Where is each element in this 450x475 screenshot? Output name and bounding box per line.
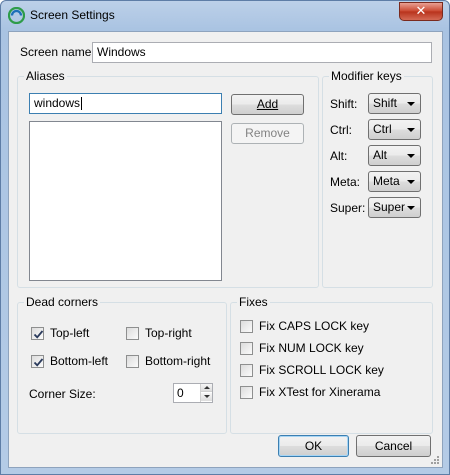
checkmark-icon bbox=[33, 330, 44, 339]
chevron-down-icon bbox=[407, 128, 415, 132]
ok-button[interactable]: OK bbox=[278, 435, 349, 457]
alias-input-value: windows bbox=[34, 96, 81, 110]
alt-select[interactable]: Alt bbox=[368, 145, 421, 166]
add-alias-button[interactable]: Add bbox=[231, 94, 304, 115]
resize-grip-icon[interactable] bbox=[430, 455, 440, 465]
cancel-button-label: Cancel bbox=[374, 439, 413, 453]
fixes-group-title: Fixes bbox=[237, 295, 270, 309]
top-left-label: Top-left bbox=[50, 326, 90, 340]
meta-label: Meta: bbox=[330, 175, 361, 189]
aliases-group-title: Aliases bbox=[24, 69, 67, 83]
add-alias-button-label: Add bbox=[256, 97, 279, 111]
ok-button-label: OK bbox=[304, 439, 323, 453]
fix-caps-lock-label: Fix CAPS LOCK key bbox=[259, 319, 370, 333]
text-caret bbox=[81, 97, 83, 111]
fix-num-lock-row[interactable]: Fix NUM LOCK key bbox=[240, 341, 425, 357]
alias-input[interactable]: windows bbox=[29, 93, 222, 114]
super-label: Super: bbox=[330, 201, 366, 215]
top-right-checkbox-row[interactable]: Top-right bbox=[126, 326, 221, 342]
corner-size-value: 0 bbox=[177, 386, 184, 400]
window-title: Screen Settings bbox=[30, 8, 115, 22]
cancel-button[interactable]: Cancel bbox=[356, 435, 431, 457]
chevron-down-icon bbox=[407, 206, 415, 210]
synergy-app-icon bbox=[8, 7, 25, 24]
top-left-checkbox-row[interactable]: Top-left bbox=[31, 326, 116, 342]
corner-size-label: Corner Size: bbox=[29, 387, 96, 401]
fix-scroll-lock-checkbox[interactable] bbox=[240, 364, 253, 377]
checkmark-icon bbox=[33, 358, 44, 367]
remove-alias-button[interactable]: Remove bbox=[231, 123, 304, 144]
fix-num-lock-checkbox[interactable] bbox=[240, 342, 253, 355]
screen-name-label: Screen name: bbox=[20, 45, 95, 59]
arrow-up-icon bbox=[204, 386, 210, 389]
bottom-right-checkbox[interactable] bbox=[126, 355, 139, 368]
bottom-left-checkbox-row[interactable]: Bottom-left bbox=[31, 354, 126, 370]
fix-scroll-lock-row[interactable]: Fix SCROLL LOCK key bbox=[240, 363, 425, 379]
spin-buttons bbox=[200, 384, 212, 402]
top-right-label: Top-right bbox=[145, 326, 192, 340]
top-right-checkbox[interactable] bbox=[126, 327, 139, 340]
ctrl-select[interactable]: Ctrl bbox=[368, 119, 421, 140]
alt-select-value: Alt bbox=[373, 148, 388, 162]
screen-name-input[interactable]: Windows bbox=[92, 42, 432, 63]
corner-size-spinbox[interactable]: 0 bbox=[173, 383, 213, 403]
ctrl-label: Ctrl: bbox=[330, 123, 352, 137]
remove-alias-button-label: Remove bbox=[245, 126, 290, 140]
bottom-right-checkbox-row[interactable]: Bottom-right bbox=[126, 354, 224, 370]
meta-select[interactable]: Meta bbox=[368, 171, 421, 192]
fixes-group: Fixes Fix CAPS LOCK key Fix NUM LOCK key… bbox=[230, 295, 433, 434]
aliases-group: Aliases windows Add Remove bbox=[17, 69, 319, 288]
shift-select-value: Shift bbox=[373, 96, 398, 110]
screen-name-value: Windows bbox=[97, 45, 146, 59]
chevron-down-icon bbox=[407, 154, 415, 158]
title-bar[interactable]: Screen Settings ✕ bbox=[1, 1, 449, 31]
alt-label: Alt: bbox=[330, 149, 348, 163]
spin-up-button[interactable] bbox=[201, 384, 212, 392]
shift-select[interactable]: Shift bbox=[368, 93, 421, 114]
bottom-right-label: Bottom-right bbox=[145, 354, 211, 368]
modifier-keys-group: Modifier keys Shift: Shift Ctrl: Ctrl Al… bbox=[322, 69, 433, 288]
fix-xtest-label: Fix XTest for Xinerama bbox=[259, 385, 381, 399]
super-select-value: Super bbox=[373, 200, 406, 214]
bottom-left-checkbox[interactable] bbox=[31, 355, 44, 368]
meta-select-value: Meta bbox=[373, 174, 400, 188]
fix-caps-lock-row[interactable]: Fix CAPS LOCK key bbox=[240, 319, 425, 335]
chevron-down-icon bbox=[407, 102, 415, 106]
top-left-checkbox[interactable] bbox=[31, 327, 44, 340]
modifier-keys-group-title: Modifier keys bbox=[329, 69, 404, 83]
close-button[interactable]: ✕ bbox=[399, 2, 443, 21]
dead-corners-group: Dead corners Top-left Top-right Bottom-l… bbox=[17, 295, 227, 434]
dialog-window: Screen Settings ✕ Screen name: Windows A… bbox=[0, 0, 450, 475]
fix-scroll-lock-label: Fix SCROLL LOCK key bbox=[259, 363, 384, 377]
chevron-down-icon bbox=[407, 180, 415, 184]
arrow-down-icon bbox=[204, 395, 210, 398]
shift-label: Shift: bbox=[330, 97, 358, 111]
spin-down-button[interactable] bbox=[201, 393, 212, 401]
ctrl-select-value: Ctrl bbox=[373, 122, 392, 136]
aliases-list[interactable] bbox=[29, 121, 222, 281]
bottom-left-label: Bottom-left bbox=[50, 354, 109, 368]
fix-xtest-checkbox[interactable] bbox=[240, 386, 253, 399]
fix-num-lock-label: Fix NUM LOCK key bbox=[259, 341, 364, 355]
dialog-client-area: Screen name: Windows Aliases windows Add… bbox=[8, 31, 443, 468]
fix-caps-lock-checkbox[interactable] bbox=[240, 320, 253, 333]
super-select[interactable]: Super bbox=[368, 197, 421, 218]
fix-xtest-row[interactable]: Fix XTest for Xinerama bbox=[240, 385, 425, 401]
close-icon: ✕ bbox=[415, 4, 427, 19]
dead-corners-group-title: Dead corners bbox=[24, 295, 101, 309]
